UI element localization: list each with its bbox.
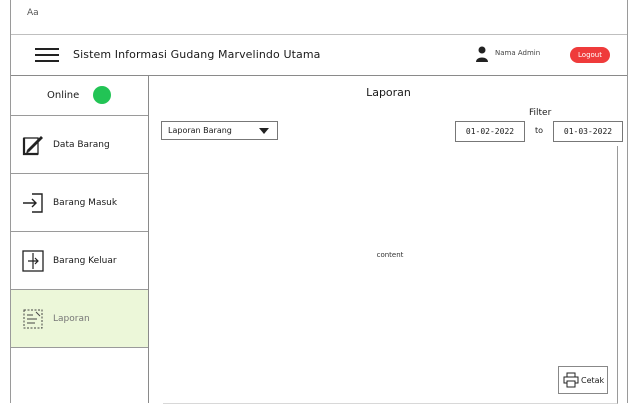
window-title: Aa	[27, 8, 39, 18]
online-status: Online	[11, 76, 148, 116]
filter-label: Filter	[529, 108, 552, 118]
data-barang-icon	[22, 136, 43, 156]
app-window: Aa Sistem Informasi Gudang Marvelindo Ut…	[10, 0, 628, 404]
sidebar-item-label: Data Barang	[53, 140, 110, 150]
sidebar-item-label: Barang Masuk	[53, 198, 118, 208]
sidebar-item-barang-masuk[interactable]: Barang Masuk	[11, 174, 148, 232]
sidebar-item-data-barang[interactable]: Data Barang	[11, 116, 148, 174]
date-from-field[interactable]: 01-02-2022	[455, 121, 525, 142]
status-indicator-icon	[93, 86, 111, 104]
user-name: Nama Admin	[495, 49, 541, 57]
sidebar-item-label: Barang Keluar	[53, 256, 117, 266]
app-title: Sistem Informasi Gudang Marvelindo Utama	[73, 48, 321, 61]
page-title: Laporan	[366, 86, 411, 99]
report-type-value: Laporan Barang	[168, 126, 232, 135]
menu-icon[interactable]	[35, 48, 59, 62]
main-content: Laporan Laporan Barang Filter 01-02-2022…	[149, 76, 628, 404]
logout-button[interactable]: Logout	[570, 47, 610, 63]
sidebar-item-laporan[interactable]: Laporan	[11, 290, 148, 348]
sidebar: Online Data Barang Barang Masuk Barang K…	[11, 76, 149, 403]
content-placeholder: content	[376, 251, 404, 259]
date-separator: to	[535, 126, 544, 135]
window-bar: Aa	[11, 0, 627, 35]
report-type-select[interactable]: Laporan Barang	[161, 121, 278, 140]
barang-keluar-icon	[22, 250, 44, 272]
print-label: Cetak	[581, 376, 605, 385]
laporan-icon	[23, 309, 43, 329]
printer-icon	[563, 372, 579, 388]
print-button[interactable]: Cetak	[558, 366, 608, 394]
report-content-area: content	[163, 146, 618, 404]
user-icon	[476, 46, 488, 62]
barang-masuk-icon	[23, 193, 43, 213]
sidebar-item-barang-keluar[interactable]: Barang Keluar	[11, 232, 148, 290]
sidebar-item-label: Laporan	[53, 314, 90, 324]
app-header: Sistem Informasi Gudang Marvelindo Utama…	[11, 35, 627, 76]
status-label: Online	[47, 90, 80, 101]
chevron-down-icon	[259, 128, 269, 134]
date-to-field[interactable]: 01-03-2022	[553, 121, 623, 142]
